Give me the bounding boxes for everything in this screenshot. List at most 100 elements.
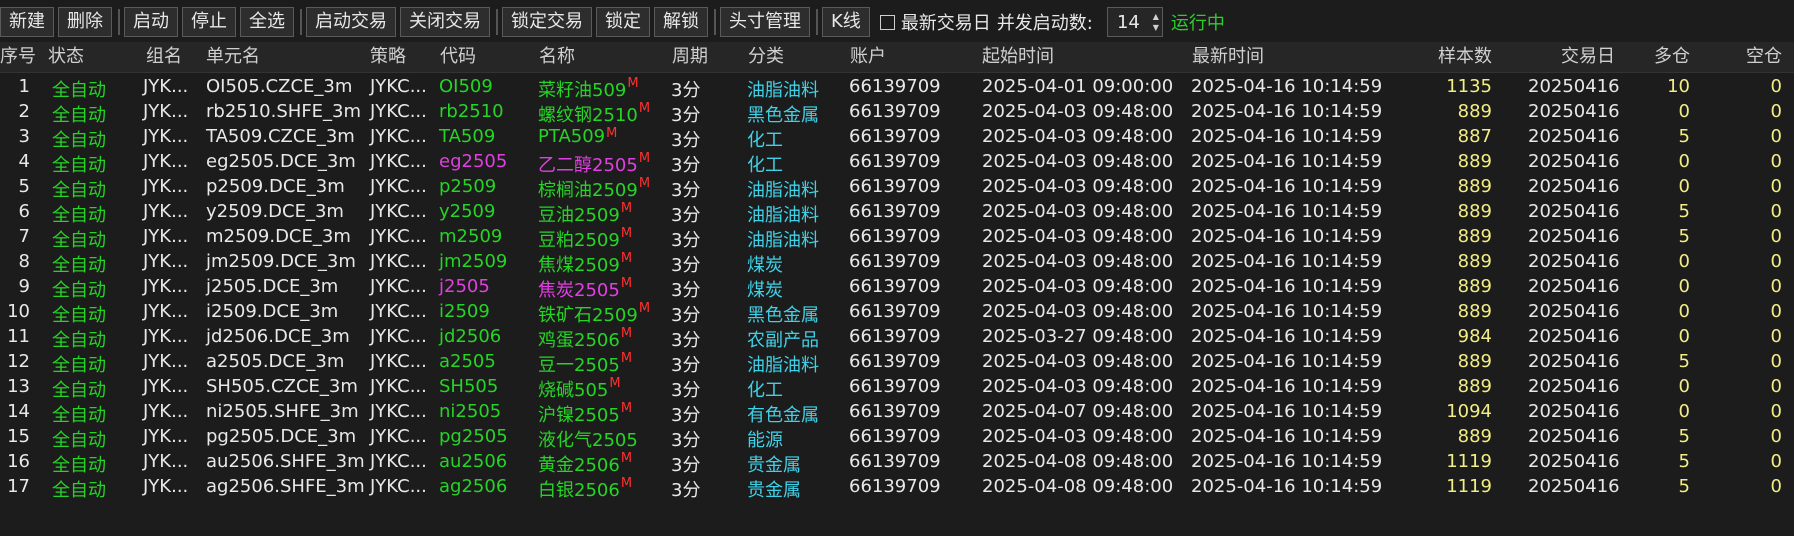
cell-unit-text: a2505.DCE_3m: [206, 351, 345, 372]
cell-start-time: 2025-04-03 09:48:00: [982, 201, 1173, 222]
cell-strategy-text: JYKC...: [370, 151, 427, 172]
col-unit[interactable]: 单元名: [206, 42, 260, 72]
col-strategy[interactable]: 策略: [370, 42, 406, 72]
delete-button[interactable]: 删除: [58, 7, 112, 37]
table-row[interactable]: 5 全自动 JYK... p2509.DCE_3m JYKC... p2509 棕榈油250…: [0, 176, 1794, 201]
cell-category-text: 油脂油料: [747, 80, 819, 101]
table-row[interactable]: 4 全自动 JYK... eg2505.DCE_3m JYKC... eg2505 乙二醇2…: [0, 151, 1794, 176]
table-row[interactable]: 15 全自动 JYK... pg2505.DCE_3m JYKC... pg2505 液化气…: [0, 426, 1794, 451]
cell-period-text: 3分: [671, 255, 701, 276]
stop-button[interactable]: 停止: [182, 7, 236, 37]
cell-trading-day-text: 20250416: [1528, 451, 1620, 472]
cell-status-text: 全自动: [52, 230, 106, 251]
cell-name-text: 豆粕2509: [538, 230, 620, 251]
cell-code: jd2506: [439, 326, 501, 347]
checkbox-box[interactable]: [879, 14, 895, 30]
cell-name: 白银2506M: [538, 476, 632, 502]
cell-short-text: 0: [1770, 426, 1782, 447]
start-trading-button[interactable]: 启动交易: [306, 7, 396, 37]
lock-trading-button[interactable]: 锁定交易: [502, 7, 592, 37]
cell-short-text: 0: [1770, 101, 1782, 122]
col-category[interactable]: 分类: [748, 42, 784, 72]
cell-period: 3分: [671, 76, 700, 102]
new-button[interactable]: 新建: [0, 7, 54, 37]
cell-account: 66139709: [849, 301, 941, 322]
spin-arrows-icon[interactable]: ▲ ▼: [1153, 11, 1159, 33]
cell-name: 棕榈油2509M: [538, 176, 650, 202]
cell-account-text: 66139709: [849, 251, 941, 272]
cell-latest-time: 2025-04-16 10:14:59: [1191, 201, 1382, 222]
cell-group-text: JYK...: [143, 426, 189, 447]
cell-category: 黑色金属: [747, 101, 819, 127]
stop-trading-button[interactable]: 关闭交易: [400, 7, 490, 37]
cell-no-text: 10: [7, 301, 30, 322]
col-samples[interactable]: 样本数: [1404, 42, 1492, 72]
cell-name: 黄金2506M: [538, 451, 632, 477]
cell-name-text: 豆油2509: [538, 205, 620, 226]
concurrency-spinbox[interactable]: 14 ▲ ▼: [1106, 7, 1163, 37]
start-button[interactable]: 启动: [124, 7, 178, 37]
kline-button[interactable]: K线: [822, 7, 870, 37]
cell-group: JYK...: [143, 251, 188, 272]
cell-strategy: JYKC...: [370, 201, 427, 222]
table-row[interactable]: 7 全自动 JYK... m2509.DCE_3m JYKC... m2509 豆粕2509…: [0, 226, 1794, 251]
col-code[interactable]: 代码: [440, 42, 476, 72]
select-all-button[interactable]: 全选: [240, 7, 294, 37]
table-row[interactable]: 13 全自动 JYK... SH505.CZCE_3m JYKC... SH505 烧碱50…: [0, 376, 1794, 401]
table-row[interactable]: 6 全自动 JYK... y2509.DCE_3m JYKC... y2509 豆油2509…: [0, 201, 1794, 226]
cell-samples: 889: [1404, 101, 1492, 122]
position-management-button[interactable]: 头寸管理: [720, 7, 810, 37]
cell-long: 0: [1610, 176, 1690, 197]
cell-code-text: p2509: [439, 176, 497, 197]
cell-code-text: TA509: [439, 126, 496, 147]
cell-code-text: i2509: [439, 301, 490, 322]
table-row[interactable]: 8 全自动 JYK... jm2509.DCE_3m JYKC... jm2509 焦煤25…: [0, 251, 1794, 276]
cell-trading-day: 20250416: [1528, 201, 1620, 222]
cell-strategy-text: JYKC...: [370, 476, 427, 497]
cell-samples-text: 889: [1457, 351, 1492, 372]
col-latest-time[interactable]: 最新时间: [1192, 42, 1264, 72]
cell-status: 全自动: [52, 226, 106, 252]
table-row[interactable]: 16 全自动 JYK... au2506.SHFE_3m JYKC... au2506 黄金…: [0, 451, 1794, 476]
cell-long: 0: [1610, 251, 1690, 272]
col-trading-day[interactable]: 交易日: [1528, 42, 1615, 72]
table-row[interactable]: 9 全自动 JYK... j2505.DCE_3m JYKC... j2505 焦炭2505…: [0, 276, 1794, 301]
col-group[interactable]: 组名: [146, 42, 182, 72]
cell-group: JYK...: [143, 126, 188, 147]
table-row[interactable]: 1 全自动 JYK... OI505.CZCE_3m JYKC... OI509 菜籽油50…: [0, 76, 1794, 101]
col-period[interactable]: 周期: [672, 42, 708, 72]
cell-status-text: 全自动: [52, 455, 106, 476]
col-status[interactable]: 状态: [48, 42, 84, 72]
col-start-time[interactable]: 起始时间: [982, 42, 1054, 72]
table-row[interactable]: 14 全自动 JYK... ni2505.SHFE_3m JYKC... ni2505 沪镍…: [0, 401, 1794, 426]
cell-account: 66139709: [849, 226, 941, 247]
cell-category: 油脂油料: [747, 176, 819, 202]
cell-start-time-text: 2025-04-08 09:48:00: [982, 476, 1174, 497]
cell-group-text: JYK...: [143, 126, 189, 147]
cell-period-text: 3分: [671, 230, 701, 251]
col-account[interactable]: 账户: [850, 42, 886, 72]
cell-period-text: 3分: [671, 430, 701, 451]
col-short[interactable]: 空仓: [1700, 42, 1782, 72]
table-row[interactable]: 10 全自动 JYK... i2509.DCE_3m JYKC... i2509 铁矿石25…: [0, 301, 1794, 326]
table-row[interactable]: 3 全自动 JYK... TA509.CZCE_3m JYKC... TA509 PTA50…: [0, 126, 1794, 151]
table-row[interactable]: 2 全自动 JYK... rb2510.SHFE_3m JYKC... rb2510 螺纹钢…: [0, 101, 1794, 126]
unlock-button[interactable]: 解锁: [654, 7, 708, 37]
table-row[interactable]: 12 全自动 JYK... a2505.DCE_3m JYKC... a2505 豆一250…: [0, 351, 1794, 376]
cell-unit: SH505.CZCE_3m: [206, 376, 358, 397]
latest-trading-day-checkbox[interactable]: 最新交易日: [879, 9, 991, 35]
cell-latest-time: 2025-04-16 10:14:59: [1191, 126, 1382, 147]
cell-samples: 984: [1404, 326, 1492, 347]
cell-short-text: 0: [1770, 201, 1782, 222]
cell-short-text: 0: [1770, 226, 1782, 247]
table-row[interactable]: 17 全自动 JYK... ag2506.SHFE_3m JYKC... ag2506 白银…: [0, 476, 1794, 501]
table-row[interactable]: 11 全自动 JYK... jd2506.DCE_3m JYKC... jd2506 鸡蛋2…: [0, 326, 1794, 351]
cell-account: 66139709: [849, 151, 941, 172]
cell-no: 11: [0, 326, 30, 347]
col-long[interactable]: 多仓: [1610, 42, 1690, 72]
cell-unit-text: ag2506.SHFE_3m: [206, 476, 365, 497]
cell-start-time-text: 2025-04-08 09:48:00: [982, 451, 1174, 472]
col-no[interactable]: 序号: [0, 42, 36, 72]
col-name[interactable]: 名称: [539, 42, 575, 72]
lock-button[interactable]: 锁定: [596, 7, 650, 37]
